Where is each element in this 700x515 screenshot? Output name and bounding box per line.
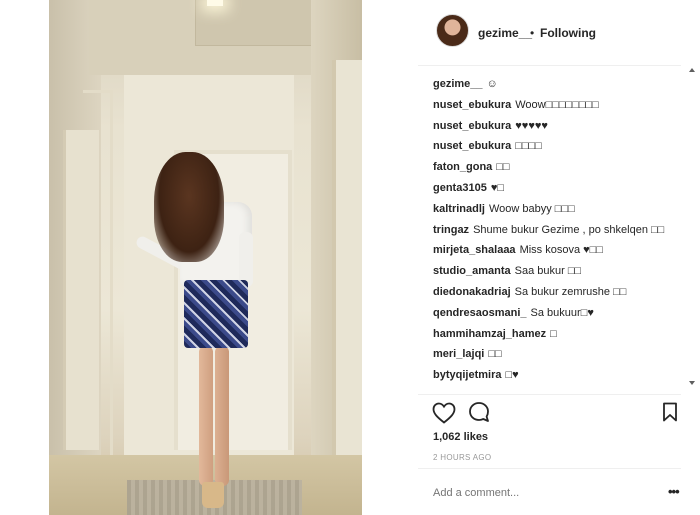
photo-door	[63, 130, 99, 450]
comment-username[interactable]: faton_gona	[433, 161, 492, 173]
comment-text: Saa bukur □□	[514, 265, 582, 278]
photo-hair	[154, 152, 224, 262]
heart-icon[interactable]	[432, 402, 456, 424]
photo-door-right	[332, 60, 362, 515]
comment-item: bytyqijetmira □♥	[433, 368, 683, 382]
comment-item: mirjeta_shalaaa Miss kosova ♥□□	[433, 243, 683, 257]
like-count[interactable]: 1,062 likes	[433, 431, 488, 443]
comment-text: □□	[488, 348, 502, 361]
comment-item: diedonakadriaj Sa bukur zemrushe □□	[433, 285, 683, 299]
comment-item: faton_gona □□	[433, 160, 683, 174]
scroll-down-icon[interactable]	[689, 381, 695, 385]
comment-item: tringaz Shume bukur Gezime , po shkelqen …	[433, 223, 683, 237]
comment-item: studio_amanta Saa bukur □□	[433, 264, 683, 278]
comment-text: □□	[496, 161, 510, 174]
comment-item: gezime__ ☺	[433, 77, 683, 91]
post-photo[interactable]	[49, 0, 362, 515]
comment-text: Sa bukuur□♥	[530, 306, 594, 319]
comment-icon[interactable]	[468, 401, 490, 423]
photo-ceiling-recess	[195, 0, 315, 46]
more-options-icon[interactable]: •••	[668, 484, 680, 499]
comment-item: kaltrinadlj Woow babyy □□□	[433, 202, 683, 216]
scroll-up-icon[interactable]	[689, 68, 695, 72]
avatar[interactable]	[436, 14, 469, 47]
comment-username[interactable]: bytyqijetmira	[433, 369, 501, 381]
comment-text: Woow□□□□□□□□	[515, 98, 599, 111]
comment-text: Woow babyy □□□	[488, 202, 575, 215]
comment-item: qendresaosmani_ Sa bukuur□♥	[433, 306, 683, 320]
comment-username[interactable]: nuset_ebukura	[433, 140, 511, 152]
photo-person	[134, 152, 284, 512]
comment-text: ♥♥♥♥♥	[515, 119, 548, 132]
comment-item: nuset_ebukura ♥♥♥♥♥	[433, 119, 683, 133]
photo-ceiling	[89, 0, 324, 75]
comment-username[interactable]: nuset_ebukura	[433, 120, 511, 132]
comment-list[interactable]: gezime__ ☺ nuset_ebukura Woow□□□□□□□□ nuset_…	[433, 77, 683, 391]
comment-text: □□□□	[515, 140, 542, 153]
comment-text: Miss kosova ♥□□	[519, 244, 603, 257]
comment-username[interactable]: kaltrinadlj	[433, 203, 485, 215]
bookmark-icon[interactable]	[662, 402, 678, 422]
comment-username[interactable]: gezime__	[433, 78, 483, 90]
comment-username[interactable]: diedonakadriaj	[433, 286, 511, 298]
comment-item: nuset_ebukura □□□□	[433, 139, 683, 153]
comment-username[interactable]: hammihamzaj_hamez	[433, 328, 546, 340]
header-separator: •	[530, 26, 535, 40]
header-username[interactable]: gezime__	[478, 26, 532, 40]
comment-scrollbar[interactable]	[688, 66, 698, 394]
comment-username[interactable]: genta3105	[433, 182, 487, 194]
photo-leg	[199, 346, 213, 486]
comment-item: nuset_ebukura Woow□□□□□□□□	[433, 98, 683, 112]
add-comment-input[interactable]	[433, 487, 643, 499]
comment-text: Shume bukur Gezime , po shkelqen □□	[473, 223, 665, 236]
comment-username[interactable]: mirjeta_shalaaa	[433, 244, 516, 256]
photo-shoe	[202, 482, 224, 508]
following-button[interactable]: Following	[540, 26, 596, 40]
post-header: gezime__ • Following	[418, 0, 681, 66]
comment-item: genta3105 ♥□	[433, 181, 683, 195]
comment-text: Sa bukur zemrushe □□	[514, 285, 627, 298]
photo-leg	[215, 346, 229, 486]
actions-divider	[418, 394, 681, 395]
comment-username[interactable]: studio_amanta	[433, 265, 511, 277]
comment-text: □	[550, 327, 557, 340]
comment-text: ☺	[486, 78, 498, 90]
comment-text: □♥	[505, 369, 519, 382]
photo-skirt	[184, 280, 248, 348]
comment-item: hammihamzaj_hamez □	[433, 327, 683, 341]
photo-arm	[239, 232, 253, 287]
comment-username[interactable]: nuset_ebukura	[433, 99, 511, 111]
comment-username[interactable]: qendresaosmani_	[433, 307, 527, 319]
comment-text: ♥□	[490, 181, 504, 194]
comment-username[interactable]: tringaz	[433, 224, 469, 236]
photo-ceiling-light	[207, 0, 223, 6]
comment-item: meri_lajqi □□	[433, 347, 683, 361]
comment-username[interactable]: meri_lajqi	[433, 348, 484, 360]
post-timestamp[interactable]: 2 HOURS AGO	[433, 453, 491, 462]
post-sidebar: gezime__ • Following gezime__ ☺ nuset_ebuk…	[418, 0, 700, 515]
